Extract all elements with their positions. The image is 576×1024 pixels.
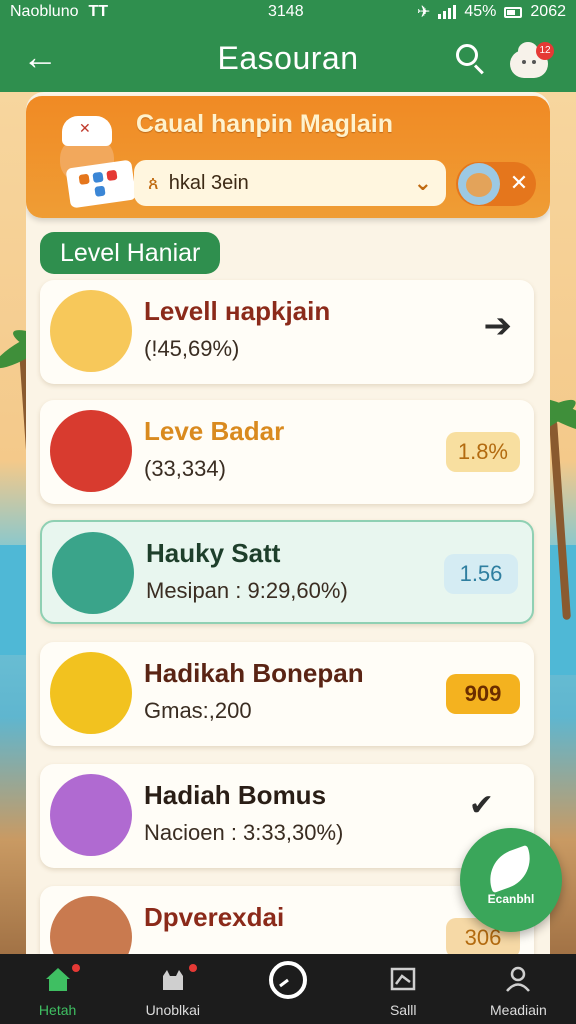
back-arrow-icon[interactable]: ← — [22, 38, 58, 76]
nav-item[interactable] — [230, 954, 345, 1024]
section-title: Level Haniar — [40, 232, 221, 274]
check-icon: ✔ — [468, 789, 494, 822]
item-subtitle: Gmas:,200 — [144, 698, 252, 723]
page-title: Easouran — [217, 39, 359, 76]
nav-notification-dot — [189, 964, 198, 972]
nav-item[interactable]: Salll — [346, 954, 461, 1024]
nav-item[interactable]: Unoblkai — [115, 954, 230, 1024]
value-badge: 1.56 — [444, 554, 518, 594]
status-extra: 2062 — [530, 3, 566, 20]
nav-label: Salll — [389, 1002, 417, 1018]
list-item[interactable]: bonus-icon Hadiah Bomus Nacioen : 3:33,30%… — [40, 764, 534, 868]
close-icon[interactable]: ✕ — [506, 170, 532, 196]
cat-icon — [158, 964, 188, 994]
value-badge: 1.8% — [445, 432, 520, 472]
nav-label: Unoblkai — [145, 1002, 201, 1018]
location-select-value: hkal 3ein — [168, 171, 249, 194]
item-subtitle: Mesipan : 9:29,60%) — [146, 578, 348, 603]
chevron-down-icon: ⌄ — [413, 170, 432, 195]
pin-icon: ጰ — [148, 172, 159, 193]
item-subtitle: Nacioen : 3:33,30%) — [144, 820, 344, 845]
clock-icon — [268, 960, 308, 1000]
battery-percent: 45% — [464, 3, 497, 20]
list-item[interactable]: gift-basket-icon Hauky Satt Mesipan : 9:29… — [40, 520, 534, 624]
item-name: Hauky Satt — [146, 538, 281, 568]
wifi-icon: ✈ — [416, 4, 431, 21]
bonus-icon: bonus-icon — [50, 774, 132, 856]
item-subtitle: (33,334) — [144, 456, 226, 481]
nav-item[interactable]: Hetah — [0, 954, 115, 1024]
cat-icon: cat-icon — [50, 896, 132, 954]
item-subtitle: (!45,69%) — [144, 336, 240, 361]
list-item[interactable]: person-icon Leve Badar (33,334) 1.8% — [40, 400, 534, 504]
list-item[interactable]: cat-icon Hadikah Bonepan Gmas:,200 909 — [40, 642, 534, 746]
arrow-right-icon[interactable]: ➔ — [484, 306, 513, 346]
item-name: Hadiah Bomus — [144, 780, 327, 810]
signal-icon — [438, 5, 457, 19]
list-item[interactable]: basket-icon Levell нaрkjain (!45,69%) ➔ — [40, 280, 534, 384]
banner-title: Caual hanpin Maglain — [136, 110, 393, 138]
location-select[interactable]: ጰ hkal 3ein ⌄ — [134, 160, 446, 206]
nav-label: Meadiain — [490, 1002, 547, 1018]
profile-icon — [503, 964, 533, 994]
network-label: TT — [88, 3, 109, 20]
cat-avatar[interactable] — [458, 163, 500, 205]
nav-label: Hetah — [38, 1002, 77, 1018]
person-icon: person-icon — [50, 410, 132, 492]
notification-badge: 12 — [536, 42, 554, 60]
fab-label: Ecanbhl — [487, 892, 535, 906]
item-name: Levell нaрkjain — [144, 296, 331, 326]
chef-mascot-icon — [52, 116, 138, 209]
status-bar: Naobluno TT 3148 ✈ 45% 2062 — [0, 0, 576, 24]
clock-label: 3148 — [268, 3, 304, 20]
map-icon — [388, 964, 418, 994]
bottom-navigation: Hetah Unoblkai Salll Meadiain — [0, 954, 576, 1024]
basket-icon: basket-icon — [50, 290, 132, 372]
carrier-label: Naobluno — [10, 3, 79, 20]
leaf-icon — [481, 844, 539, 894]
gift-basket-icon: gift-basket-icon — [52, 532, 134, 614]
item-name: Hadikah Bonepan — [144, 658, 364, 688]
main-panel: Caual hanpin Maglain ጰ hkal 3ein ⌄ ✕ Lev… — [26, 92, 550, 954]
nav-notification-dot — [72, 964, 80, 972]
item-name: Leve Badar — [144, 416, 285, 446]
floating-action-button[interactable]: Ecanbhl — [460, 828, 562, 932]
chat-bubble-icon[interactable]: 12 — [510, 42, 554, 82]
user-chip: ✕ — [456, 162, 536, 206]
nav-item[interactable]: Meadiain — [461, 954, 576, 1024]
battery-icon — [504, 6, 523, 18]
item-name: Dpverexdai — [144, 902, 285, 932]
promo-banner: Caual hanpin Maglain ጰ hkal 3ein ⌄ ✕ — [26, 96, 550, 218]
app-header: ← Easouran 12 — [0, 24, 576, 92]
home-icon — [43, 964, 73, 994]
search-icon[interactable] — [456, 44, 486, 75]
cat-icon: cat-icon — [50, 652, 132, 734]
value-badge: 909 — [446, 674, 520, 714]
